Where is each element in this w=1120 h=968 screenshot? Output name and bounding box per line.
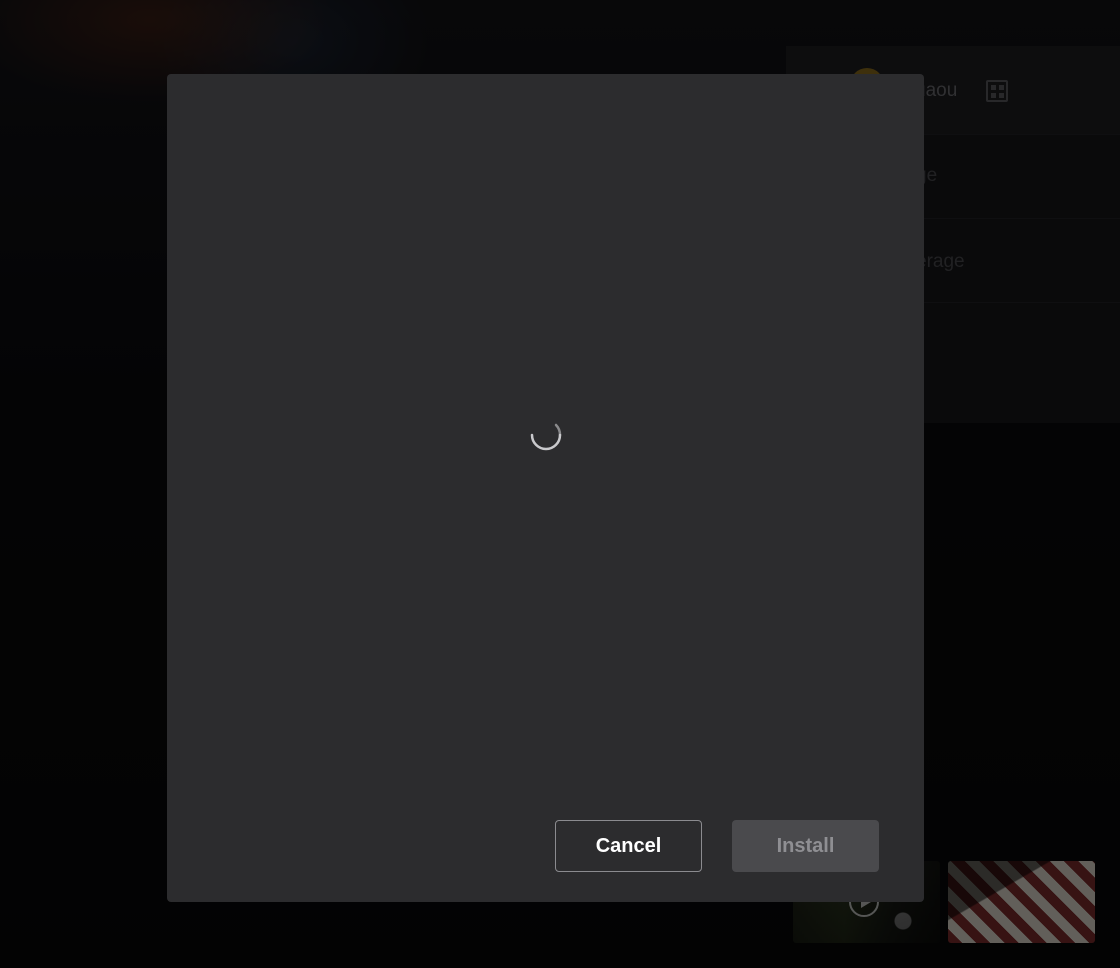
loading-spinner-icon [530,423,562,451]
cancel-button[interactable]: Cancel [555,820,702,872]
install-button[interactable]: Install [732,820,879,872]
install-dialog: Cancel Install [167,74,924,902]
